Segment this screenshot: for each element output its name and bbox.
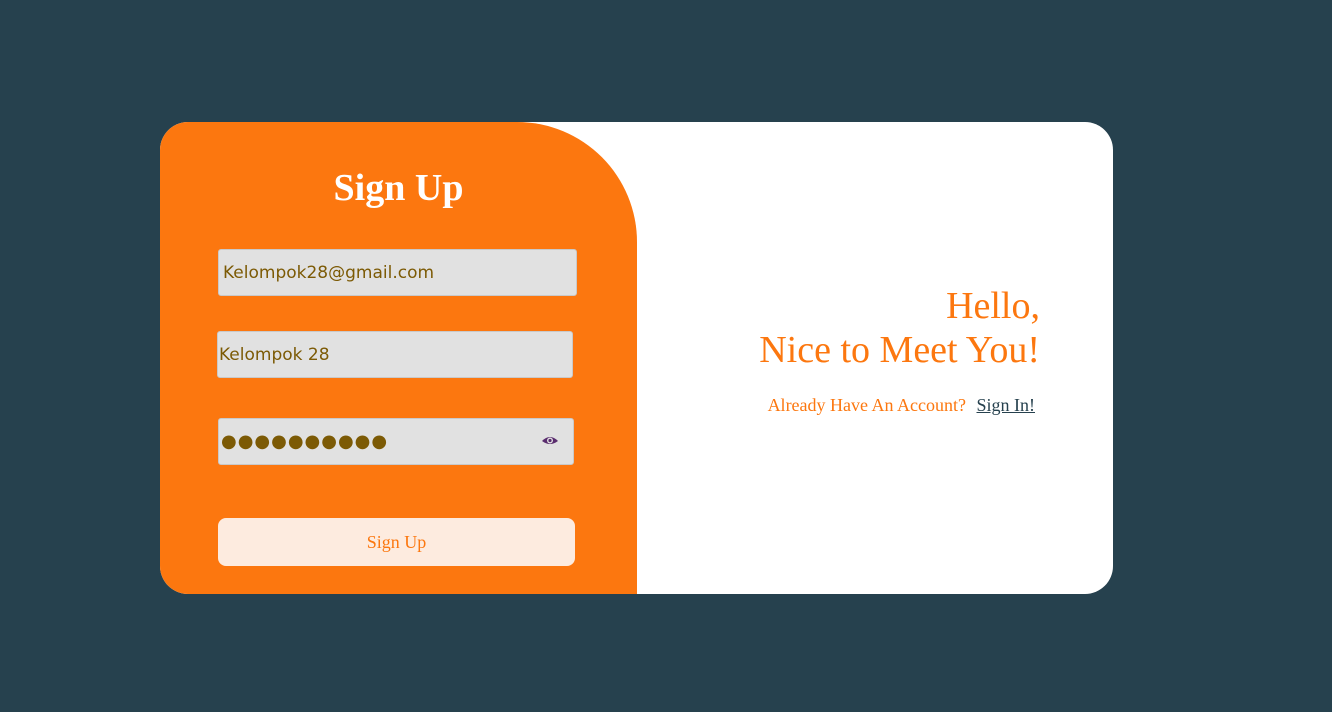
signup-panel: Sign Up Kelompok28@gmail.com Kelompok 28… xyxy=(160,122,637,594)
name-field[interactable]: Kelompok 28 xyxy=(217,331,573,378)
form-title: Sign Up xyxy=(333,167,464,209)
eye-icon[interactable] xyxy=(541,434,559,448)
greeting: Hello, Nice to Meet You! xyxy=(759,284,1040,372)
signin-link[interactable]: Sign In! xyxy=(977,395,1036,415)
greeting-line-2: Nice to Meet You! xyxy=(759,329,1040,371)
signup-card: Sign Up Kelompok28@gmail.com Kelompok 28… xyxy=(160,122,1113,594)
greeting-line-1: Hello, xyxy=(946,285,1040,327)
account-prompt: Already Have An Account? xyxy=(767,395,966,415)
signup-button[interactable]: Sign Up xyxy=(218,518,575,566)
name-value: Kelompok 28 xyxy=(219,344,330,365)
password-field[interactable]: ●●●●●●●●●● xyxy=(218,418,574,465)
password-value: ●●●●●●●●●● xyxy=(221,431,389,452)
account-prompt-row: Already Have An Account? Sign In! xyxy=(768,395,1035,416)
email-value: Kelompok28@gmail.com xyxy=(223,262,435,283)
email-field[interactable]: Kelompok28@gmail.com xyxy=(218,249,577,296)
